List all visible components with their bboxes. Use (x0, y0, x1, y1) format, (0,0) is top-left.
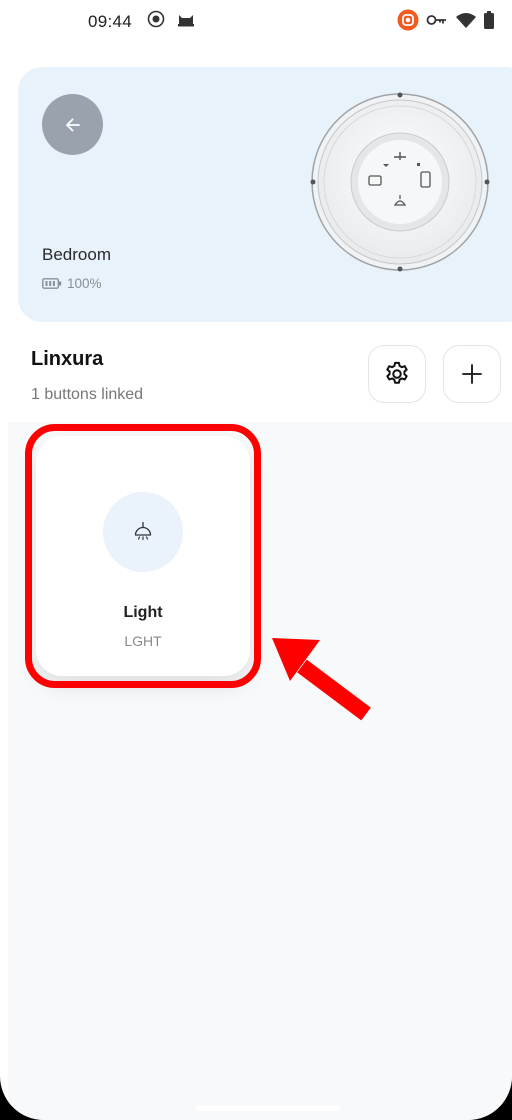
battery-level-icon (42, 278, 62, 289)
battery-status: 100% (42, 276, 102, 291)
tile-code: LGHT (124, 633, 162, 649)
plus-icon (462, 364, 482, 384)
arrow-left-icon (65, 118, 80, 131)
vpn-badge-icon (397, 9, 419, 31)
device-name: Bedroom (42, 245, 111, 264)
tile-icon-circle (103, 492, 183, 572)
group-title: Linxura (31, 348, 104, 370)
status-bar: 09:44 (0, 0, 512, 40)
gear-icon (386, 361, 408, 384)
record-icon (147, 10, 165, 28)
pointer-arrow-icon (272, 638, 371, 721)
status-time: 09:44 (88, 12, 133, 31)
wifi-icon (456, 13, 476, 28)
tile-label: Light (123, 604, 163, 621)
group-subtitle: 1 buttons linked (31, 386, 144, 403)
battery-percent: 100% (67, 276, 102, 291)
cat-icon (178, 15, 194, 27)
app-screen: 09:44 Bedroom 100% Linxura 1 buttons lin… (0, 0, 512, 1120)
add-button[interactable] (443, 345, 501, 403)
ceiling-light-icon (134, 521, 152, 541)
battery-icon (484, 11, 494, 29)
key-icon (426, 15, 446, 25)
back-button[interactable] (42, 94, 103, 155)
device-header-card: Bedroom 100% (18, 67, 512, 322)
home-indicator[interactable] (196, 1106, 340, 1111)
settings-button[interactable] (368, 345, 426, 403)
remote-device-image (310, 92, 490, 272)
button-tile-light[interactable]: Light LGHT (36, 436, 250, 676)
